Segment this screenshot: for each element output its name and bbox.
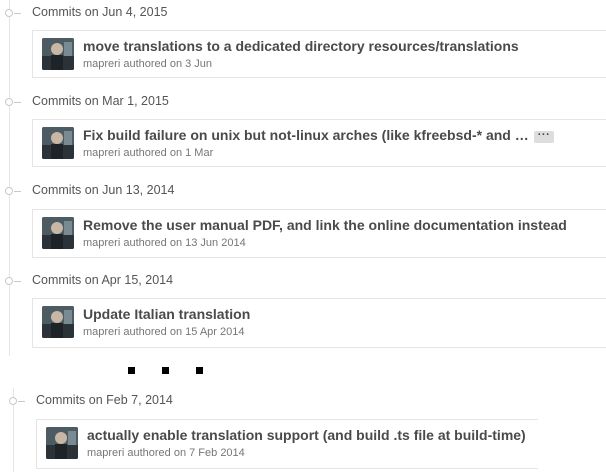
commit-meta: mapreri authored on 7 Feb 2014 xyxy=(87,447,245,459)
user-avatar[interactable] xyxy=(46,427,78,459)
omitted-commits-indicator xyxy=(128,367,208,375)
group-header: Commits on Feb 7, 2014 xyxy=(0,391,600,411)
gap-dot xyxy=(162,367,169,374)
group-header: Commits on Mar 1, 2015 xyxy=(0,92,600,112)
node-connector xyxy=(14,191,21,192)
commit-title-link[interactable]: move translations to a dedicated directo… xyxy=(83,38,593,54)
user-avatar[interactable] xyxy=(42,217,74,249)
node-connector xyxy=(14,13,21,14)
gap-dot xyxy=(196,367,203,374)
commit-author-link[interactable]: mapreri xyxy=(83,58,120,70)
commit-node-icon xyxy=(5,98,13,106)
authored-date: authored on 3 Jun xyxy=(123,58,213,70)
commit-meta: mapreri authored on 3 Jun xyxy=(83,58,212,70)
commit-meta: mapreri authored on 15 Apr 2014 xyxy=(83,326,244,338)
authored-date: authored on 15 Apr 2014 xyxy=(123,326,245,338)
group-date-label: Commits on Apr 15, 2014 xyxy=(32,273,174,287)
user-avatar[interactable] xyxy=(42,38,74,70)
authored-date: authored on 1 Mar xyxy=(123,147,214,159)
group-date-label: Commits on Jun 13, 2014 xyxy=(32,183,175,197)
group-header: Commits on Jun 13, 2014 xyxy=(0,181,600,201)
authored-date: authored on 7 Feb 2014 xyxy=(127,447,245,459)
user-avatar[interactable] xyxy=(42,127,74,159)
commit-node-icon xyxy=(5,277,13,285)
commit-meta: mapreri authored on 1 Mar xyxy=(83,147,213,159)
commit-author-link[interactable]: mapreri xyxy=(83,237,120,249)
node-connector xyxy=(14,281,21,282)
commit-title-link[interactable]: actually enable translation support (and… xyxy=(87,427,535,443)
commit-title-link[interactable]: Update Italian translation xyxy=(83,306,583,322)
commit-item[interactable]: Remove the user manual PDF, and link the… xyxy=(32,209,606,258)
timeline-line-top xyxy=(9,0,10,356)
commit-author-link[interactable]: mapreri xyxy=(87,447,124,459)
node-connector xyxy=(18,401,25,402)
commit-author-link[interactable]: mapreri xyxy=(83,326,120,338)
group-date-label: Commits on Mar 1, 2015 xyxy=(32,94,169,108)
group-header: Commits on Apr 15, 2014 xyxy=(0,271,600,291)
group-header: Commits on Jun 4, 2015 xyxy=(0,3,600,23)
commit-author-link[interactable]: mapreri xyxy=(83,147,120,159)
gap-dot xyxy=(128,367,135,374)
user-avatar[interactable] xyxy=(42,306,74,338)
commit-node-icon xyxy=(5,9,13,17)
group-date-label: Commits on Feb 7, 2014 xyxy=(36,393,173,407)
group-date-label: Commits on Jun 4, 2015 xyxy=(32,5,168,19)
ellipsis-icon[interactable]: ··· xyxy=(534,130,554,143)
commit-item[interactable]: actually enable translation support (and… xyxy=(36,419,538,469)
commit-item[interactable]: move translations to a dedicated directo… xyxy=(32,30,606,78)
commit-title-link[interactable]: Remove the user manual PDF, and link the… xyxy=(83,217,598,233)
commit-title-link[interactable]: Fix build failure on unix but not-linux … xyxy=(83,127,529,143)
authored-date: authored on 13 Jun 2014 xyxy=(123,237,246,249)
commit-item[interactable]: Fix build failure on unix but not-linux … xyxy=(32,119,606,167)
node-connector xyxy=(14,102,21,103)
commit-node-icon xyxy=(5,187,13,195)
commit-item[interactable]: Update Italian translation mapreri autho… xyxy=(32,298,606,348)
commit-meta: mapreri authored on 13 Jun 2014 xyxy=(83,237,246,249)
commit-node-icon xyxy=(9,397,17,405)
